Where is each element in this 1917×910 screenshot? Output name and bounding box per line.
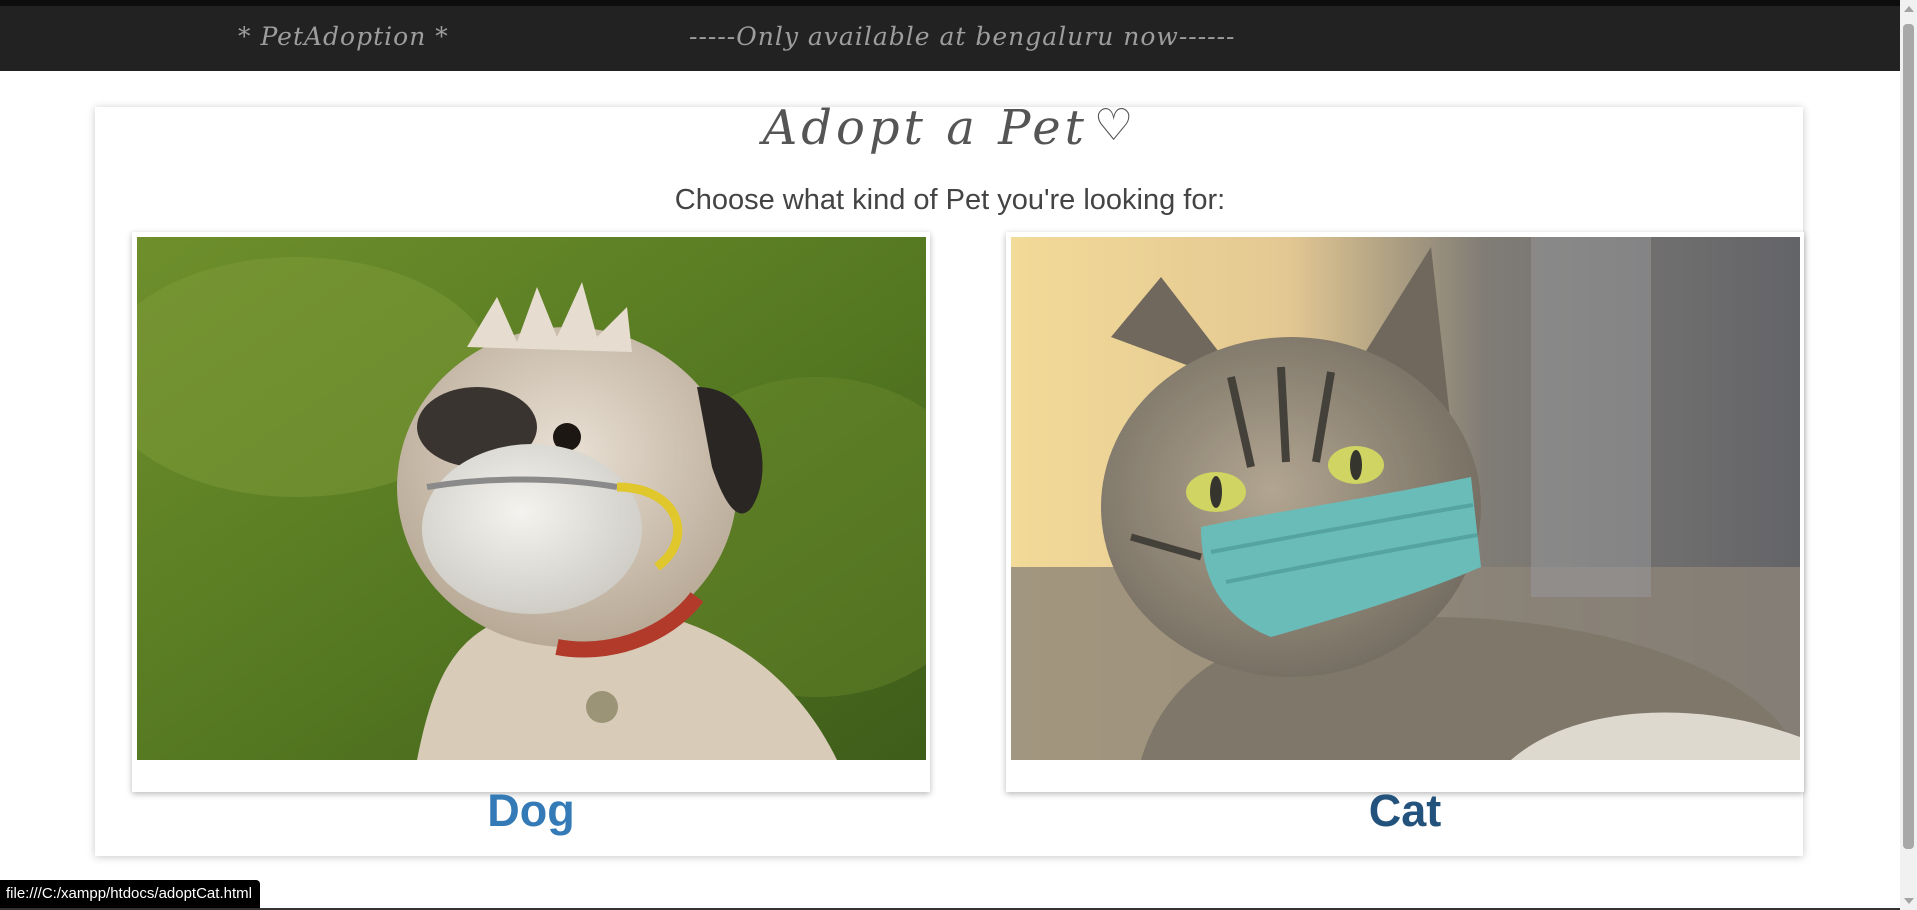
- status-bar-url: file:///C:/xampp/htdocs/adoptCat.html: [0, 880, 260, 908]
- heart-outline-icon: ♡: [1093, 100, 1138, 151]
- brand-link[interactable]: * PetAdoption *: [238, 22, 449, 51]
- page-subtitle: Choose what kind of Pet you're looking f…: [674, 184, 1226, 216]
- cat-link[interactable]: Cat: [1006, 785, 1804, 837]
- dog-link[interactable]: Dog: [132, 785, 930, 837]
- scroll-up-arrow-icon[interactable]: [1904, 6, 1914, 12]
- dog-card[interactable]: [132, 232, 930, 792]
- vertical-scrollbar[interactable]: [1900, 0, 1917, 910]
- cat-card[interactable]: [1006, 232, 1804, 792]
- cat-photo[interactable]: [1011, 237, 1800, 760]
- page-title: Adopt a Pet ♡: [0, 100, 1900, 156]
- dog-photo[interactable]: [137, 237, 926, 760]
- page-title-text: Adopt a Pet: [762, 100, 1088, 156]
- navbar: * PetAdoption * -----Only available at b…: [0, 0, 1900, 71]
- scrollbar-thumb[interactable]: [1903, 24, 1914, 849]
- availability-notice: -----Only available at bengaluru now----…: [689, 22, 1236, 51]
- scroll-down-arrow-icon[interactable]: [1904, 898, 1914, 904]
